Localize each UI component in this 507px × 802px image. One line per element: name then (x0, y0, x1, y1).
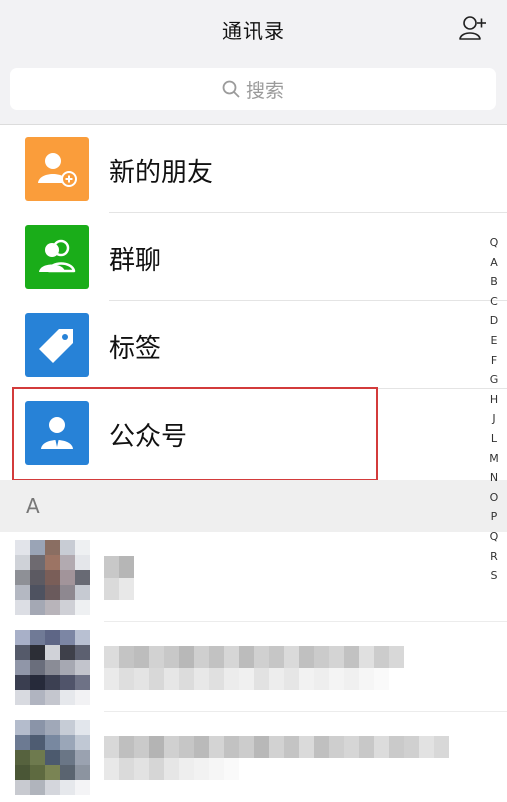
index-letter[interactable]: H (485, 390, 503, 410)
index-letter[interactable]: N (485, 468, 503, 488)
tag-icon (25, 313, 89, 377)
search-area: 搜索 (0, 56, 507, 125)
index-letter[interactable]: Q (485, 527, 503, 547)
contact-name-blurred (104, 646, 404, 690)
menu-label-tags: 标签 (109, 334, 162, 364)
contact-name-blurred (104, 556, 134, 600)
index-letter[interactable]: D (485, 311, 503, 331)
index-letter[interactable]: C (485, 292, 503, 312)
search-placeholder: 搜索 (245, 79, 284, 102)
new-friend-icon (25, 137, 89, 201)
index-letter[interactable]: J (485, 409, 503, 429)
search-icon (222, 80, 240, 98)
index-letter[interactable]: L (485, 429, 503, 449)
index-letter[interactable]: O (485, 488, 503, 508)
section-letter: A (26, 494, 40, 518)
add-contact-icon[interactable] (459, 15, 487, 41)
highlight-annotation (12, 387, 378, 481)
contact-list (0, 532, 507, 802)
avatar (15, 540, 90, 615)
index-letter[interactable]: R (485, 547, 503, 567)
index-letter[interactable]: F (485, 351, 503, 371)
page-title: 通讯录 (222, 19, 285, 43)
alphabet-index[interactable]: Q A B C D E F G H J L M N O P Q R S (485, 233, 503, 586)
top-bar: 通讯录 (0, 0, 507, 56)
contact-name-blurred (104, 736, 449, 780)
contact-row[interactable] (0, 712, 507, 802)
avatar (15, 720, 90, 795)
index-letter[interactable]: P (485, 507, 503, 527)
section-header: A (0, 480, 507, 532)
index-letter[interactable]: Q (485, 233, 503, 253)
index-letter[interactable]: A (485, 253, 503, 273)
index-letter[interactable]: B (485, 272, 503, 292)
avatar (15, 630, 90, 705)
group-chat-icon (25, 225, 89, 289)
menu-item-tags[interactable]: 标签 (0, 301, 507, 389)
index-letter[interactable]: S (485, 566, 503, 586)
index-letter[interactable]: E (485, 331, 503, 351)
menu-label-group-chats: 群聊 (109, 246, 162, 276)
index-letter[interactable]: G (485, 370, 503, 390)
menu-item-new-friends[interactable]: 新的朋友 (0, 125, 507, 213)
contact-row[interactable] (0, 532, 507, 622)
index-letter[interactable]: M (485, 449, 503, 469)
menu-item-group-chats[interactable]: 群聊 (0, 213, 507, 301)
contact-row[interactable] (0, 622, 507, 712)
search-input[interactable]: 搜索 (10, 68, 496, 110)
menu-label-new-friends: 新的朋友 (109, 158, 214, 188)
